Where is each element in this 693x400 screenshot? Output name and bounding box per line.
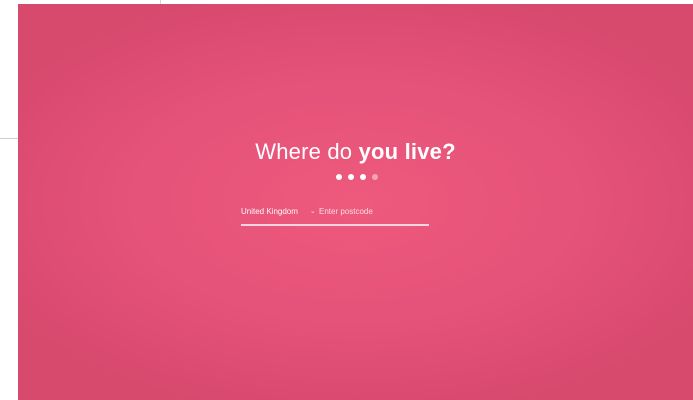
step-dot-3 [360, 174, 366, 180]
page: Where do you live? United Kingdom ⌄ [0, 0, 693, 400]
chevron-down-icon: ⌄ [309, 207, 316, 215]
country-select[interactable]: United Kingdom ⌄ [241, 198, 316, 224]
postcode-input[interactable] [305, 198, 429, 224]
step-dot-4 [372, 174, 378, 180]
country-value: United Kingdom [241, 206, 298, 216]
step-dot-2 [348, 174, 354, 180]
question-block: Where do you live? [18, 138, 693, 182]
question-emphasis: you live? [358, 139, 456, 164]
question-prefix: Where do [255, 139, 359, 164]
location-form: United Kingdom ⌄ [241, 198, 429, 226]
step-dot-1 [336, 174, 342, 180]
step-indicator [18, 172, 693, 182]
question-heading: Where do you live? [18, 138, 693, 166]
divider-line [0, 138, 18, 139]
